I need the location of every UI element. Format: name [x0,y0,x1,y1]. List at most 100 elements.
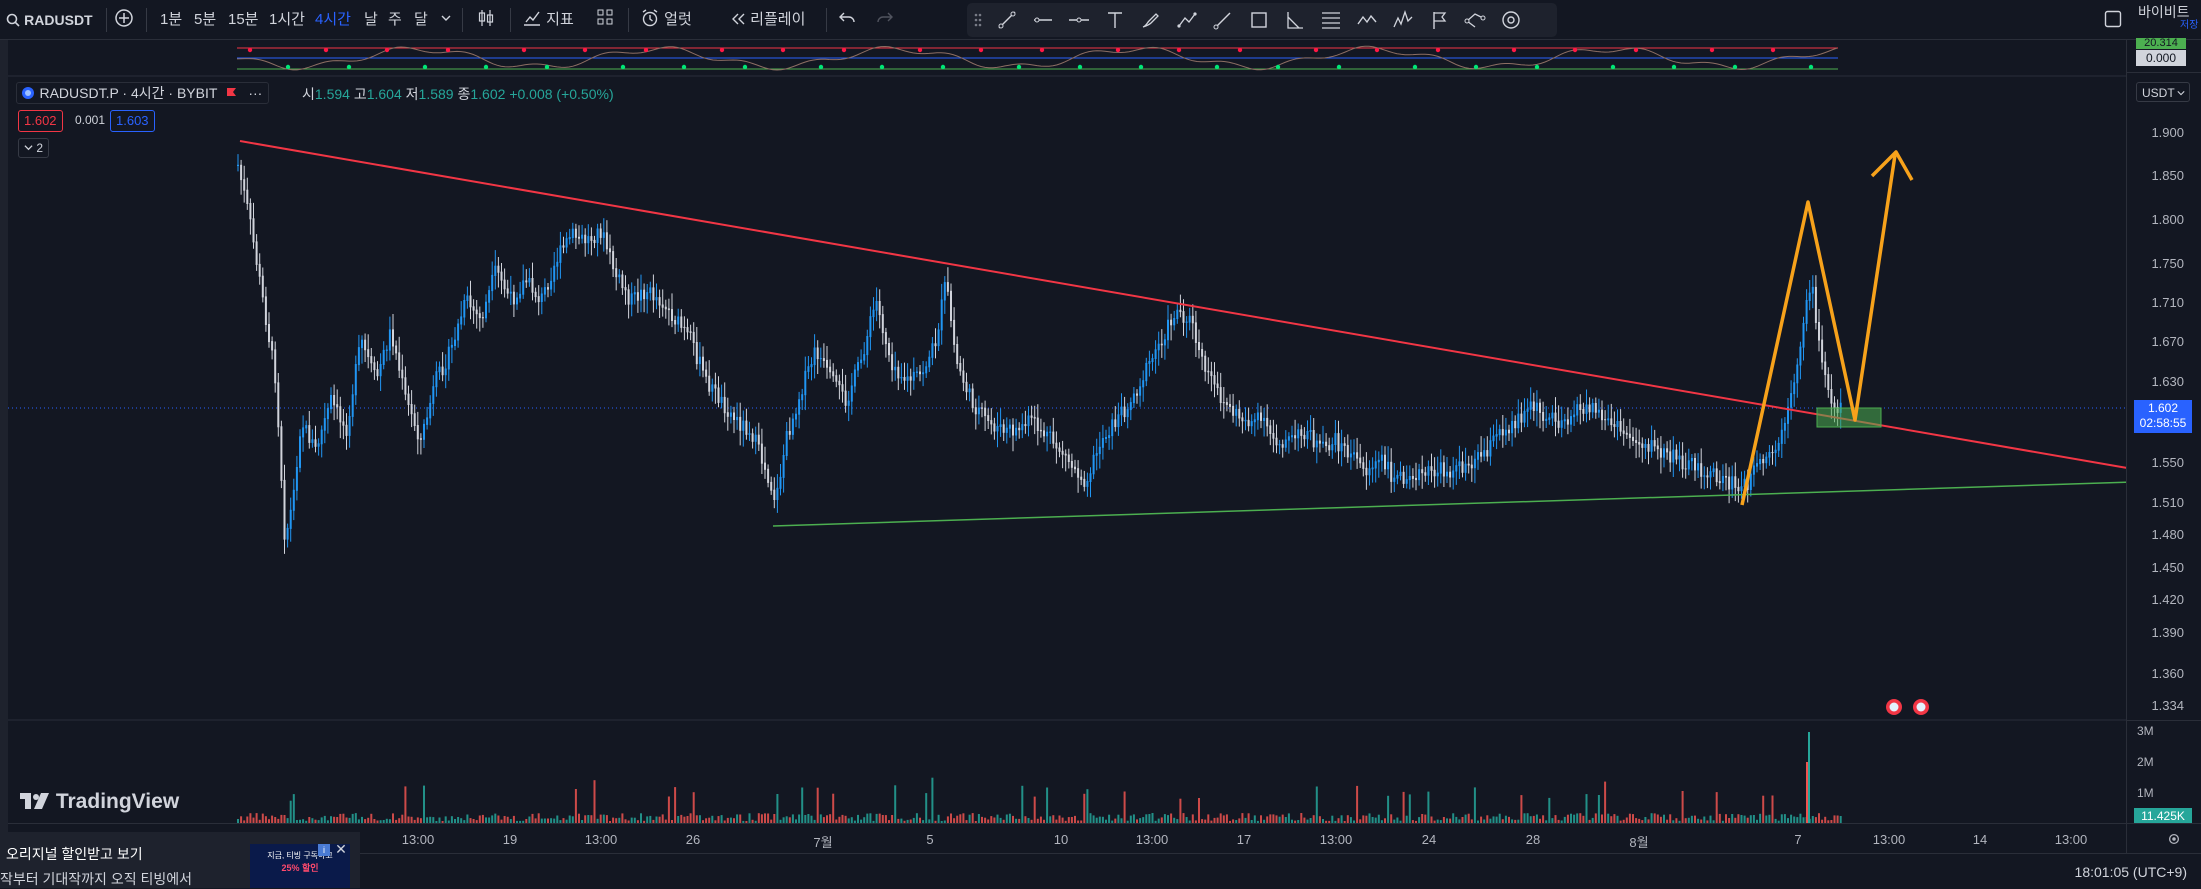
rectangle-icon[interactable] [1248,9,1270,31]
candle-body [308,425,311,443]
interval-month[interactable]: 달 [414,8,428,32]
candle-body [1619,421,1622,432]
candle-body [804,370,807,396]
candle-body [1622,430,1625,434]
price-chart[interactable] [0,0,2201,888]
candle-body [1365,467,1368,476]
long-position-icon[interactable] [1428,9,1450,31]
candle-body [739,416,742,431]
osc-signal-dot [1473,64,1479,70]
layout-checkbox[interactable] [2104,10,2122,34]
replay-button[interactable]: 리플레이 [730,8,805,32]
fib-retracement-icon[interactable] [1320,9,1342,31]
drag-handle-icon[interactable] [973,9,983,31]
settings-gear-icon[interactable] [2167,832,2181,846]
candle-body [841,384,844,392]
volume-bar [423,785,425,823]
candle-body [1353,452,1355,455]
candle-body [1328,445,1331,451]
interval-week[interactable]: 주 [388,8,402,32]
volume-bar [466,814,469,823]
time-tick: 13:00 [1872,832,1906,847]
elliott-wave-icon[interactable] [1356,9,1378,31]
candle-body [816,347,819,360]
path-icon[interactable] [1464,9,1486,31]
redo-button[interactable] [876,8,894,32]
candle-body [553,265,556,282]
interval-4h-active[interactable]: 4시간 [315,8,351,32]
interval-day[interactable]: 날 [364,8,378,32]
candle-body [1715,468,1718,483]
measure-icon[interactable] [1500,9,1522,31]
osc-signal-dot [1572,47,1578,53]
currency-select[interactable]: USDT [2136,82,2190,102]
candle-body [795,413,797,420]
candle-body [252,218,255,243]
candle-body [1349,453,1352,458]
candle-body [364,339,367,351]
volume-bar [1281,814,1284,823]
ad-info-icon[interactable]: i [318,844,330,856]
pattern-icon[interactable] [1176,9,1198,31]
horizontal-line-icon[interactable] [1068,9,1090,31]
interval-5m[interactable]: 5분 [194,8,216,32]
undo-button[interactable] [838,8,856,32]
indicators-button[interactable]: 지표 [522,8,574,32]
candle-body [311,439,314,443]
collapse-indicators[interactable]: 2 [18,138,50,158]
ray-icon[interactable] [1212,9,1234,31]
candle-body [1421,469,1424,474]
clock[interactable]: 18:01:05 (UTC+9) [2075,864,2187,880]
candle-body [1101,438,1104,448]
volume-bar [478,815,481,823]
compare-button[interactable] [114,8,134,32]
candle-body [633,292,636,295]
candle-body [283,479,286,540]
symbol-search[interactable]: RADUSDT [6,8,93,32]
volume-tick: 2M [2137,755,2154,769]
volume-bar [881,815,884,823]
candle-body [1229,404,1231,407]
candle-body [1802,322,1805,348]
text-tool-icon[interactable] [1104,9,1126,31]
volume-bar [571,816,574,823]
candle-body [457,323,460,341]
forecast-icon[interactable] [1392,9,1414,31]
candle-body [1191,315,1194,324]
volume-bar [875,813,878,823]
angle-icon[interactable] [1284,9,1306,31]
horizontal-ray-icon[interactable] [1032,9,1054,31]
templates-button[interactable] [596,8,614,32]
candle-body [605,232,608,250]
close-icon[interactable]: ✕ [334,842,348,856]
symbol-legend[interactable]: RADUSDT.P · 4시간 · BYBIT ··· [16,82,270,104]
candle-body [1566,419,1569,425]
more-icon[interactable]: ··· [248,85,262,101]
volume-bar [950,813,952,823]
price-axis[interactable]: 20.314 0.000 USDT 1.900 1.850 1.800 1.75… [2126,38,2201,888]
trend-line-icon[interactable] [996,9,1018,31]
brush-icon[interactable] [1140,9,1162,31]
candle-body [1796,364,1799,384]
interval-dropdown[interactable] [440,8,452,32]
alert-button[interactable]: 얼럿 [640,8,692,32]
time-tick: 5 [926,832,934,847]
volume-bar [605,815,608,823]
tradingview-logo-icon [20,793,49,809]
candle-body [903,377,906,381]
candle-body [1666,448,1669,453]
volume-bar [537,813,540,823]
candle-body [1560,420,1563,428]
ask-price[interactable]: 1.603 [110,110,155,132]
interval-15m[interactable]: 15분 [228,8,259,32]
tradingview-logo[interactable]: TradingView [20,790,179,814]
volume-bar [1520,795,1523,823]
interval-1m[interactable]: 1분 [160,8,182,32]
interval-1h[interactable]: 1시간 [269,8,305,32]
candle-body [1632,436,1634,441]
chart-type-button[interactable] [476,8,496,32]
bid-price[interactable]: 1.602 [18,110,63,132]
promo-popup[interactable]: 오리지널 할인받고 보기 작부터 기대작까지 오직 티빙에서 지금, 티빙 구독… [0,832,360,888]
candle-body [643,289,646,300]
candle-body [1225,402,1228,405]
